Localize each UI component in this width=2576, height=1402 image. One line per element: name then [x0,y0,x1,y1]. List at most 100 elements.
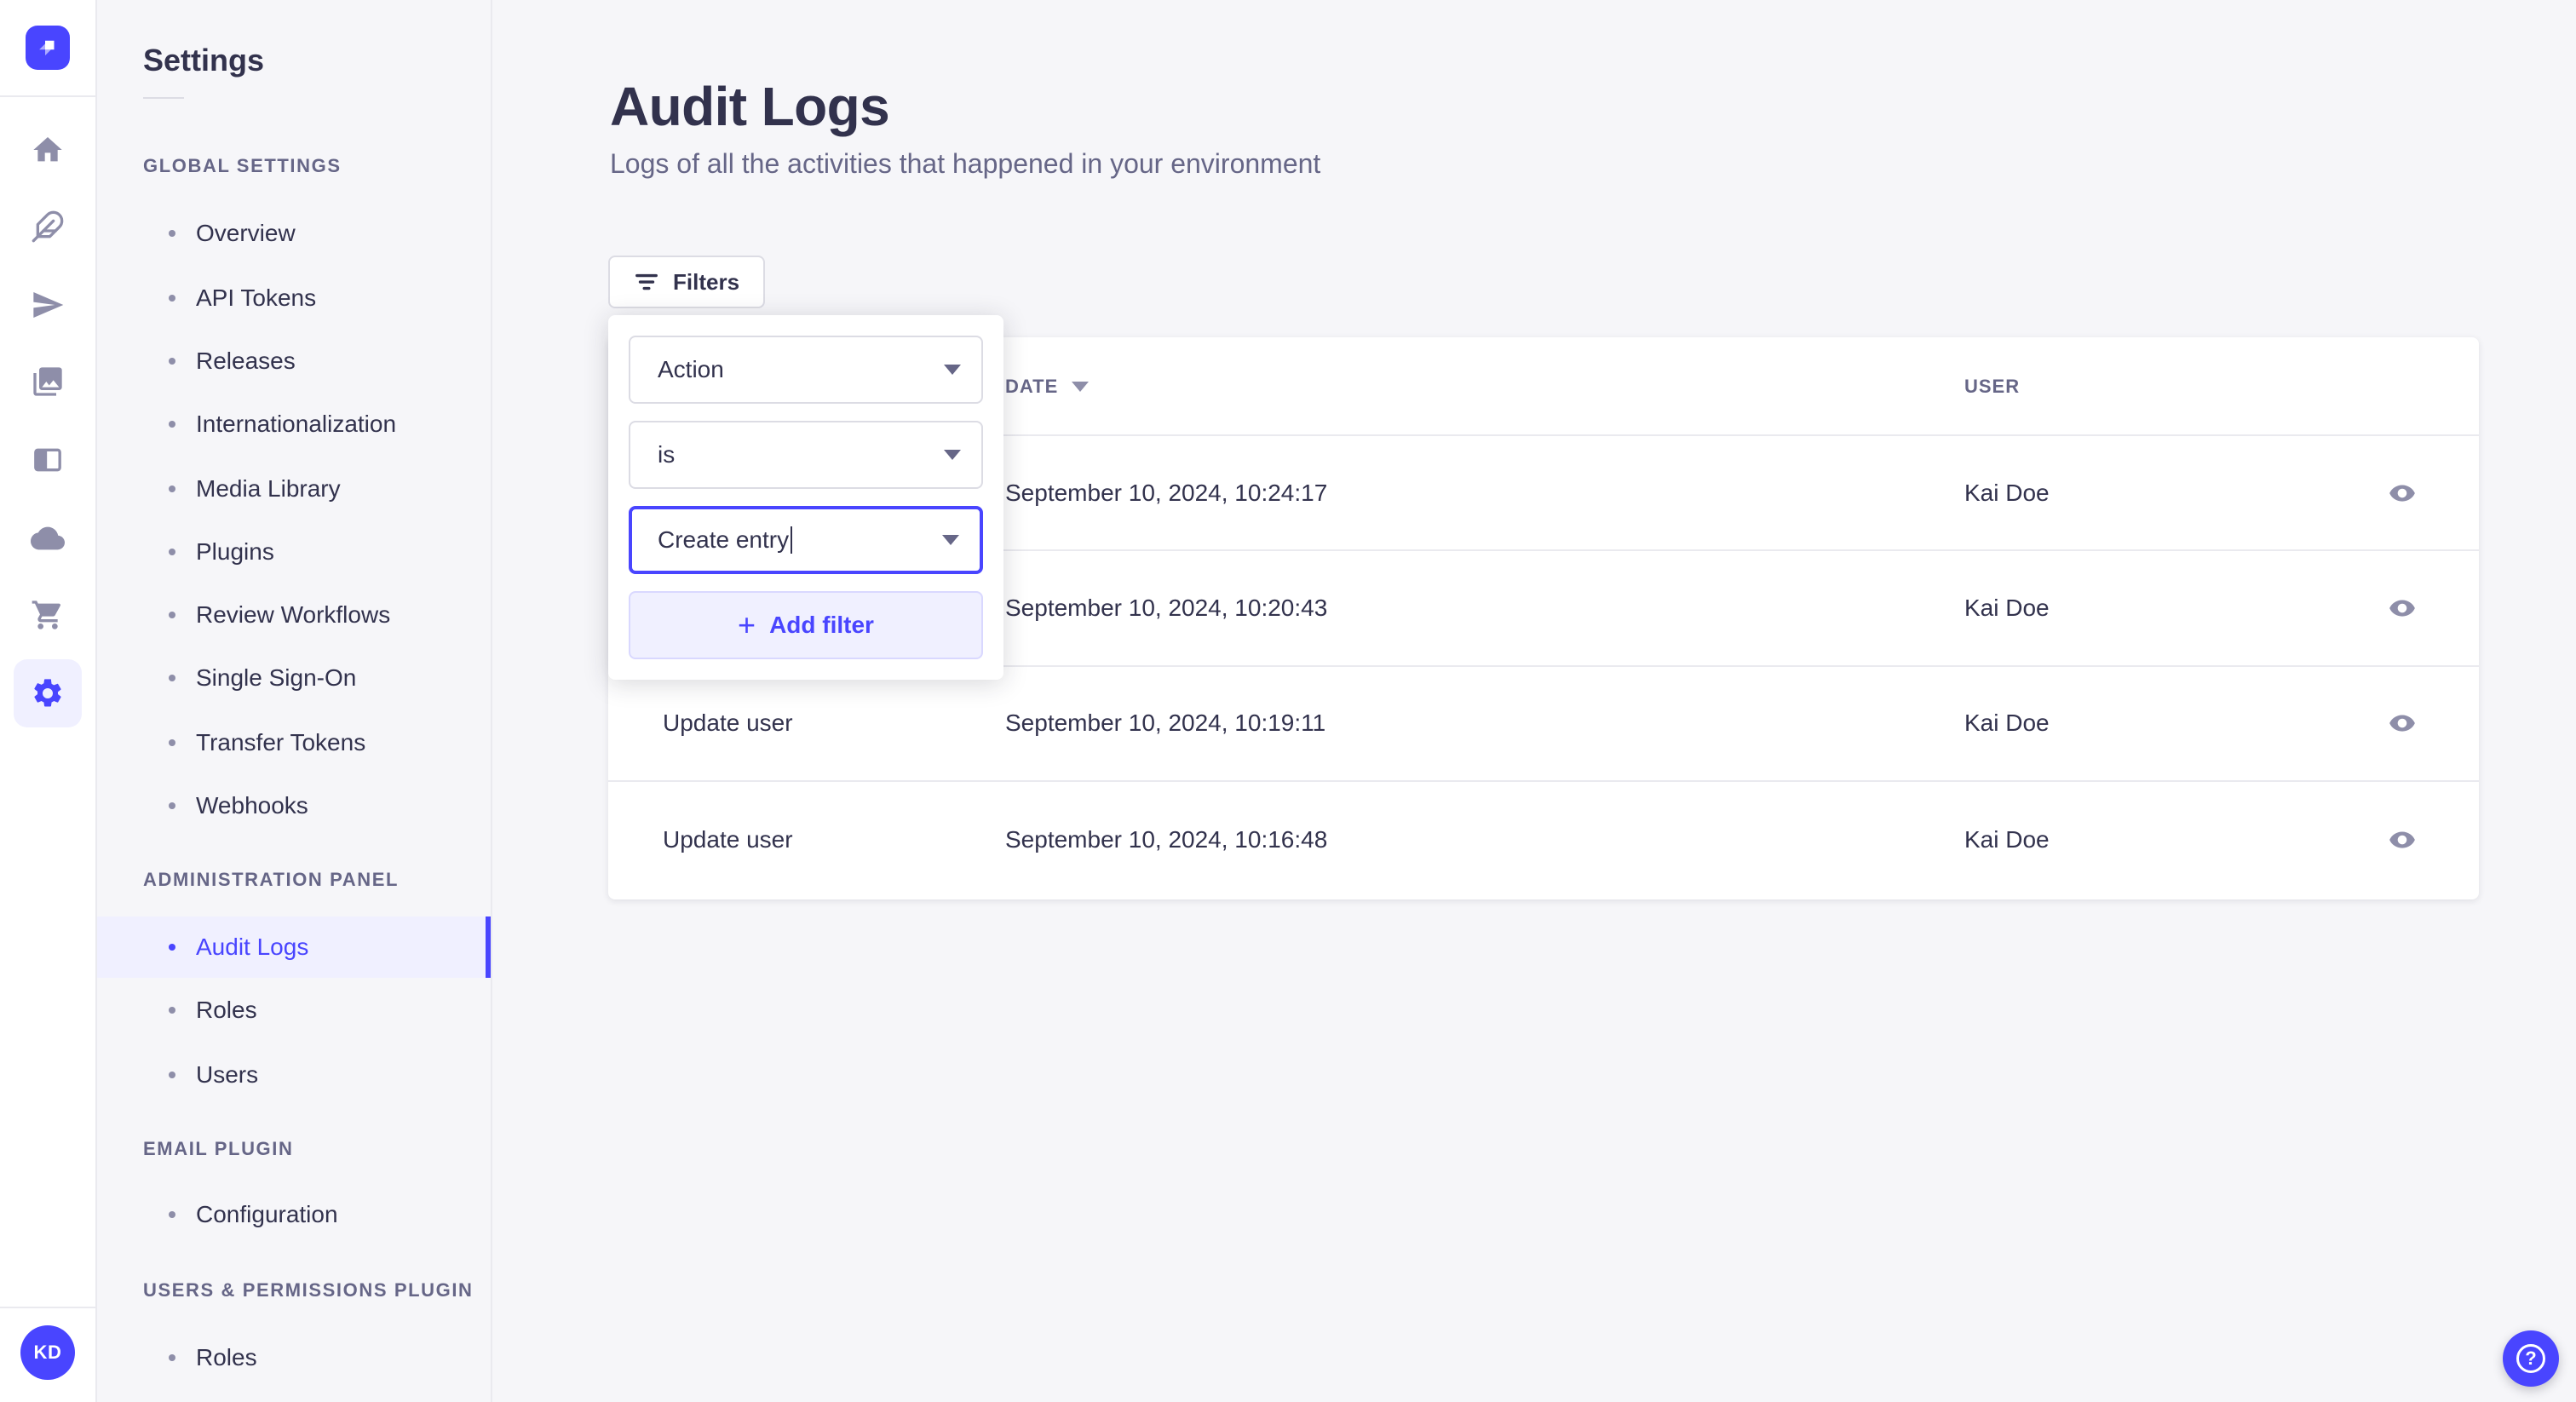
sidebar-item-label: Plugins [196,538,274,565]
deploy-cloud-icon[interactable] [0,508,95,569]
plus-icon: + [738,607,756,642]
sort-descending-icon[interactable] [1072,382,1090,392]
cell-user: Kai Doe [1964,710,2050,737]
filter-popover: Action is Create entry + Add filter [608,315,1003,680]
sidebar-item-api-tokens[interactable]: API Tokens [97,267,491,329]
sidebar-item-single-sign-on[interactable]: Single Sign-On [97,647,491,709]
cell-action: Update user [663,825,793,853]
active-indicator-bar [486,916,491,978]
releases-paper-plane-icon[interactable] [0,274,95,336]
sidebar-item-admin-users[interactable]: Users [97,1044,491,1106]
sidebar-item-label: Single Sign-On [196,664,357,691]
strapi-logo-icon [39,40,55,56]
column-header-date-label: DATE [1005,376,1059,397]
sidebar-item-label: Roles [196,997,257,1023]
filters-button-label: Filters [673,268,740,295]
sidebar-item-up-roles[interactable]: Roles [97,1327,491,1388]
sidebar-item-label: Users [196,1061,259,1088]
strapi-logo[interactable] [26,26,70,70]
filters-button[interactable]: Filters [608,256,766,308]
user-avatar[interactable]: KD [20,1325,75,1380]
table-row: Update user September 10, 2024, 10:16:48… [608,782,2479,897]
section-administration-panel: ADMINISTRATION PANEL [143,869,400,890]
page-title: Audit Logs [610,76,890,137]
sidebar-item-media-library[interactable]: Media Library [97,458,491,520]
filter-value-combobox[interactable]: Create entry [629,506,983,574]
text-cursor [791,526,793,554]
sidebar-item-audit-logs[interactable]: Audit Logs [97,916,491,978]
bullet-icon [169,1354,175,1361]
content-manager-feather-icon[interactable] [0,196,95,257]
filter-lines-icon [635,273,658,290]
cell-date: September 10, 2024, 10:19:11 [1005,710,1326,737]
settings-nav-title: Settings [143,43,265,78]
view-details-eye-icon[interactable] [2373,782,2431,897]
rail-divider [0,95,95,97]
sidebar-item-label: Releases [196,348,296,374]
sidebar-item-label: Webhooks [196,792,308,819]
bullet-icon [169,739,175,746]
settings-gear-icon[interactable] [14,659,82,727]
sidebar-item-admin-roles[interactable]: Roles [97,980,491,1041]
content-type-builder-layout-icon[interactable] [0,429,95,491]
view-details-eye-icon[interactable] [2373,551,2431,664]
media-library-icon[interactable] [0,351,95,412]
filter-field-value: Action [658,356,724,382]
add-filter-button[interactable]: + Add filter [629,591,983,659]
subnav-divider [143,97,184,99]
section-email-plugin: EMAIL PLUGIN [143,1138,294,1159]
cell-date: September 10, 2024, 10:24:17 [1005,479,1328,506]
view-details-eye-icon[interactable] [2373,436,2431,549]
filter-operator-select[interactable]: is [629,421,983,489]
settings-subnav: Settings GLOBAL SETTINGS Overview API To… [97,0,492,1402]
sidebar-item-up-providers[interactable]: Providers [97,1390,491,1402]
sidebar-item-internationalization[interactable]: Internationalization [97,394,491,455]
sidebar-item-label: Internationalization [196,411,397,437]
column-header-date: DATE [1005,337,1090,436]
filter-operator-value: is [658,441,676,468]
home-icon[interactable] [0,119,95,181]
filter-field-select[interactable]: Action [629,336,983,404]
bullet-icon [169,1007,175,1014]
section-global-settings: GLOBAL SETTINGS [143,155,342,176]
sidebar-item-label: API Tokens [196,284,317,311]
sidebar-item-releases[interactable]: Releases [97,330,491,392]
sidebar-item-label: Review Workflows [196,601,391,628]
cell-action: Update user [663,710,793,737]
column-header-user: USER [1964,376,2021,397]
bullet-icon [169,549,175,555]
sidebar-item-transfer-tokens[interactable]: Transfer Tokens [97,712,491,773]
question-mark-icon: ? [2516,1344,2545,1373]
filter-value-text: Create entry [658,526,790,553]
bullet-icon [169,295,175,302]
sidebar-item-email-configuration[interactable]: Configuration [97,1184,491,1245]
cell-user: Kai Doe [1964,479,2050,506]
page-subtitle: Logs of all the activities that happened… [610,148,1321,179]
cell-user: Kai Doe [1964,825,2050,853]
add-filter-label: Add filter [769,612,874,638]
sidebar-item-label: Audit Logs [196,934,309,960]
bullet-icon [169,1211,175,1218]
sidebar-item-review-workflows[interactable]: Review Workflows [97,584,491,646]
sidebar-item-overview[interactable]: Overview [97,203,491,264]
sidebar-item-plugins[interactable]: Plugins [97,521,491,583]
section-users-permissions-plugin: USERS & PERMISSIONS PLUGIN [143,1279,474,1301]
chevron-down-icon [944,365,961,375]
cell-date: September 10, 2024, 10:16:48 [1005,825,1328,853]
chevron-down-icon [942,535,959,545]
chevron-down-icon [944,450,961,460]
bullet-icon [169,421,175,428]
sidebar-item-label: Media Library [196,475,341,502]
sidebar-item-label: Transfer Tokens [196,729,366,756]
help-button[interactable]: ? [2503,1330,2559,1387]
sidebar-item-webhooks[interactable]: Webhooks [97,775,491,836]
rail-divider [0,1307,95,1308]
sidebar-item-label: Roles [196,1344,257,1370]
view-details-eye-icon[interactable] [2373,667,2431,780]
main-nav-rail: KD [0,0,97,1402]
cell-date: September 10, 2024, 10:20:43 [1005,595,1328,622]
bullet-icon [169,230,175,237]
marketplace-cart-icon[interactable] [0,584,95,646]
cell-user: Kai Doe [1964,595,2050,622]
bullet-icon [169,944,175,951]
